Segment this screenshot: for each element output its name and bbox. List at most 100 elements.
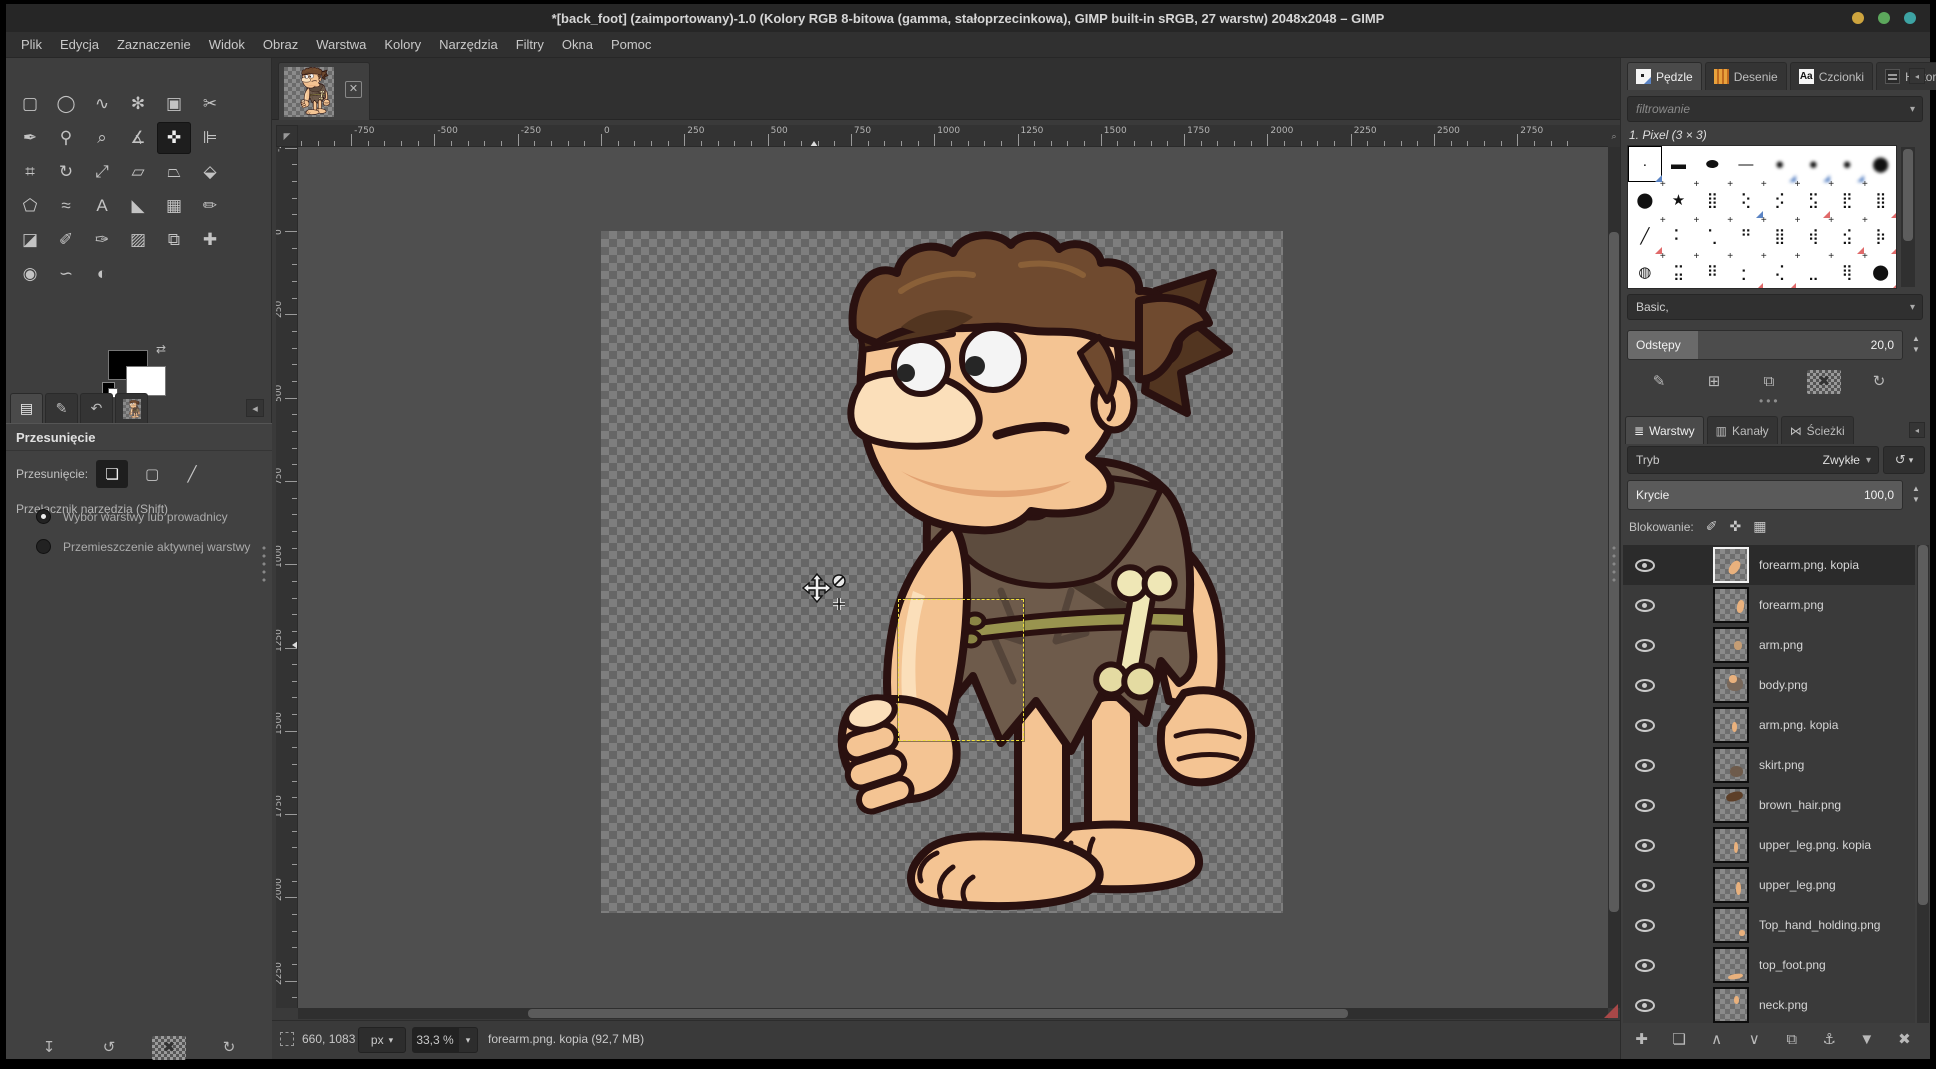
brush-filter-input[interactable]: filtrowanie ▾: [1627, 96, 1923, 122]
layer-thumbnail[interactable]: [1713, 707, 1749, 743]
measure-tool-icon[interactable]: ∡: [121, 122, 155, 154]
reset-tool-options-button[interactable]: ↻: [212, 1036, 246, 1060]
text-tool-icon[interactable]: A: [85, 190, 119, 222]
delete-layer-button[interactable]: ✖: [1887, 1028, 1921, 1052]
color-picker-tool-icon[interactable]: ⚲: [49, 122, 83, 154]
refresh-brushes-button[interactable]: ↻: [1862, 370, 1896, 394]
brush-cell[interactable]: ●: [1830, 146, 1864, 182]
brush-cell[interactable]: ⣿: [1763, 218, 1797, 254]
crop-tool-icon[interactable]: ⌗: [13, 156, 47, 188]
visibility-eye-icon[interactable]: [1635, 799, 1655, 812]
horizontal-ruler[interactable]: -750-500-2500250500750100012501500175020…: [298, 125, 1608, 147]
layer-thumbnail[interactable]: [1713, 787, 1749, 823]
canvas-viewport[interactable]: [298, 147, 1608, 1008]
navigation-preview-button[interactable]: [1602, 1002, 1620, 1020]
tab-ścieżki[interactable]: ⋈Ścieżki: [1781, 416, 1854, 444]
unit-dropdown[interactable]: px▾: [358, 1027, 406, 1053]
brush-cell[interactable]: ⣫: [1796, 182, 1830, 218]
layer-row[interactable]: arm.png. kopia: [1623, 705, 1915, 745]
brush-cell[interactable]: ⣀: [1796, 254, 1830, 289]
dock-resize-handle[interactable]: [262, 544, 268, 584]
brush-cell[interactable]: ⬤: [1864, 146, 1897, 182]
brush-cell[interactable]: ⣿: [1864, 182, 1897, 218]
layer-row[interactable]: neck.png: [1623, 985, 1915, 1023]
brush-cell[interactable]: ⠿: [1695, 254, 1729, 289]
brush-cell[interactable]: ⢿: [1830, 254, 1864, 289]
brush-cell[interactable]: ⡂: [1729, 254, 1763, 289]
tab-pędzle[interactable]: Pędzle: [1627, 62, 1702, 90]
zoom-follow-button[interactable]: ⌕: [1608, 125, 1620, 147]
brush-cell[interactable]: ⬬: [1695, 146, 1729, 182]
warp-transform-tool-icon[interactable]: ≈: [49, 190, 83, 222]
menu-narzędzia[interactable]: Narzędzia: [430, 32, 507, 58]
radio-pick-layer[interactable]: Wybór warstwy lub prowadnicy: [36, 509, 228, 524]
visibility-eye-icon[interactable]: [1635, 759, 1655, 772]
visibility-eye-icon[interactable]: [1635, 919, 1655, 932]
brush-cell[interactable]: ⡪: [1763, 182, 1797, 218]
layer-row[interactable]: Top_hand_holding.png: [1623, 905, 1915, 945]
brush-cell[interactable]: ●: [1763, 146, 1797, 182]
menu-warstwa[interactable]: Warstwa: [307, 32, 375, 58]
rectangle-select-tool-icon[interactable]: ▢: [13, 88, 47, 120]
clone-tool-icon[interactable]: ⧉: [157, 224, 191, 256]
collapse-dock-icon[interactable]: ◂: [1909, 68, 1925, 84]
brush-cell[interactable]: ◍: [1628, 254, 1662, 289]
lock-alpha-button[interactable]: ▦: [1753, 518, 1766, 535]
brush-cell[interactable]: ⣭: [1662, 254, 1696, 289]
layer-list-scrollbar[interactable]: [1917, 545, 1929, 1023]
delete-tool-preset-button[interactable]: ✖: [152, 1036, 186, 1060]
dodge-burn-tool-icon[interactable]: ◐: [85, 258, 119, 290]
delete-brush-button[interactable]: ✖: [1807, 370, 1841, 394]
brush-cell[interactable]: ·: [1628, 146, 1662, 182]
layer-thumbnail[interactable]: [1713, 627, 1749, 663]
radio-icon[interactable]: [36, 509, 51, 524]
background-color-swatch[interactable]: [126, 366, 166, 396]
anchor-layer-button[interactable]: ⚓: [1812, 1028, 1846, 1052]
swap-colors-icon[interactable]: ⇄: [156, 342, 166, 356]
scissors-select-tool-icon[interactable]: ✂: [193, 88, 227, 120]
move-selection-button[interactable]: ▢: [136, 460, 168, 488]
align-tool-icon[interactable]: ⊫: [193, 122, 227, 154]
opacity-spinner[interactable]: ▲▼: [1907, 484, 1925, 504]
merge-layer-button[interactable]: ▼: [1850, 1028, 1884, 1052]
transform-3d-tool-icon[interactable]: ⬙: [193, 156, 227, 188]
zoom-value[interactable]: 33,3 %: [412, 1027, 458, 1053]
tab-undo-history[interactable]: ↶: [80, 393, 113, 423]
move-tool-icon[interactable]: ✜: [157, 122, 191, 154]
visibility-eye-icon[interactable]: [1635, 679, 1655, 692]
brush-cell[interactable]: ⠛: [1729, 218, 1763, 254]
layer-mode-dropdown[interactable]: Tryb Zwykłe ▾: [1627, 446, 1879, 474]
lock-position-button[interactable]: ✜: [1729, 518, 1741, 535]
duplicate-layer-button[interactable]: ⧉: [1775, 1028, 1809, 1052]
layer-row[interactable]: brown_hair.png: [1623, 785, 1915, 825]
dock-resize-handle[interactable]: [1612, 544, 1618, 584]
menu-okna[interactable]: Okna: [553, 32, 602, 58]
pencil-tool-icon[interactable]: ✏: [193, 190, 227, 222]
paths-tool-icon[interactable]: ✒: [13, 122, 47, 154]
new-layer-button[interactable]: ✚: [1625, 1028, 1659, 1052]
visibility-eye-icon[interactable]: [1635, 839, 1655, 852]
layer-row[interactable]: forearm.png: [1623, 585, 1915, 625]
menu-kolory[interactable]: Kolory: [375, 32, 430, 58]
visibility-eye-icon[interactable]: [1635, 559, 1655, 572]
ink-tool-icon[interactable]: ✑: [85, 224, 119, 256]
selection-rectangle[interactable]: [898, 599, 1024, 741]
tab-historia[interactable]: Historia: [1876, 62, 1936, 90]
perspective-tool-icon[interactable]: ⏢: [157, 156, 191, 188]
heal-tool-icon[interactable]: ✚: [193, 224, 227, 256]
spacing-spinner[interactable]: ▲▼: [1907, 334, 1925, 354]
paintbrush-tool-icon[interactable]: ✐: [49, 224, 83, 256]
brush-cell[interactable]: ⣟: [1830, 182, 1864, 218]
layer-thumbnail[interactable]: [1713, 987, 1749, 1023]
layer-thumbnail[interactable]: [1713, 947, 1749, 983]
image-canvas[interactable]: [601, 231, 1283, 913]
visibility-eye-icon[interactable]: [1635, 599, 1655, 612]
ruler-corner-button[interactable]: ◤: [276, 125, 298, 147]
menu-edycja[interactable]: Edycja: [51, 32, 108, 58]
brush-spacing-slider[interactable]: Odstępy 20,0: [1627, 330, 1903, 360]
visibility-eye-icon[interactable]: [1635, 959, 1655, 972]
lower-layer-button[interactable]: ∨: [1737, 1028, 1771, 1052]
layer-thumbnail[interactable]: [1713, 867, 1749, 903]
brush-cell[interactable]: ⡷: [1864, 218, 1897, 254]
dock-splitter-handle[interactable]: •••: [1759, 394, 1781, 408]
